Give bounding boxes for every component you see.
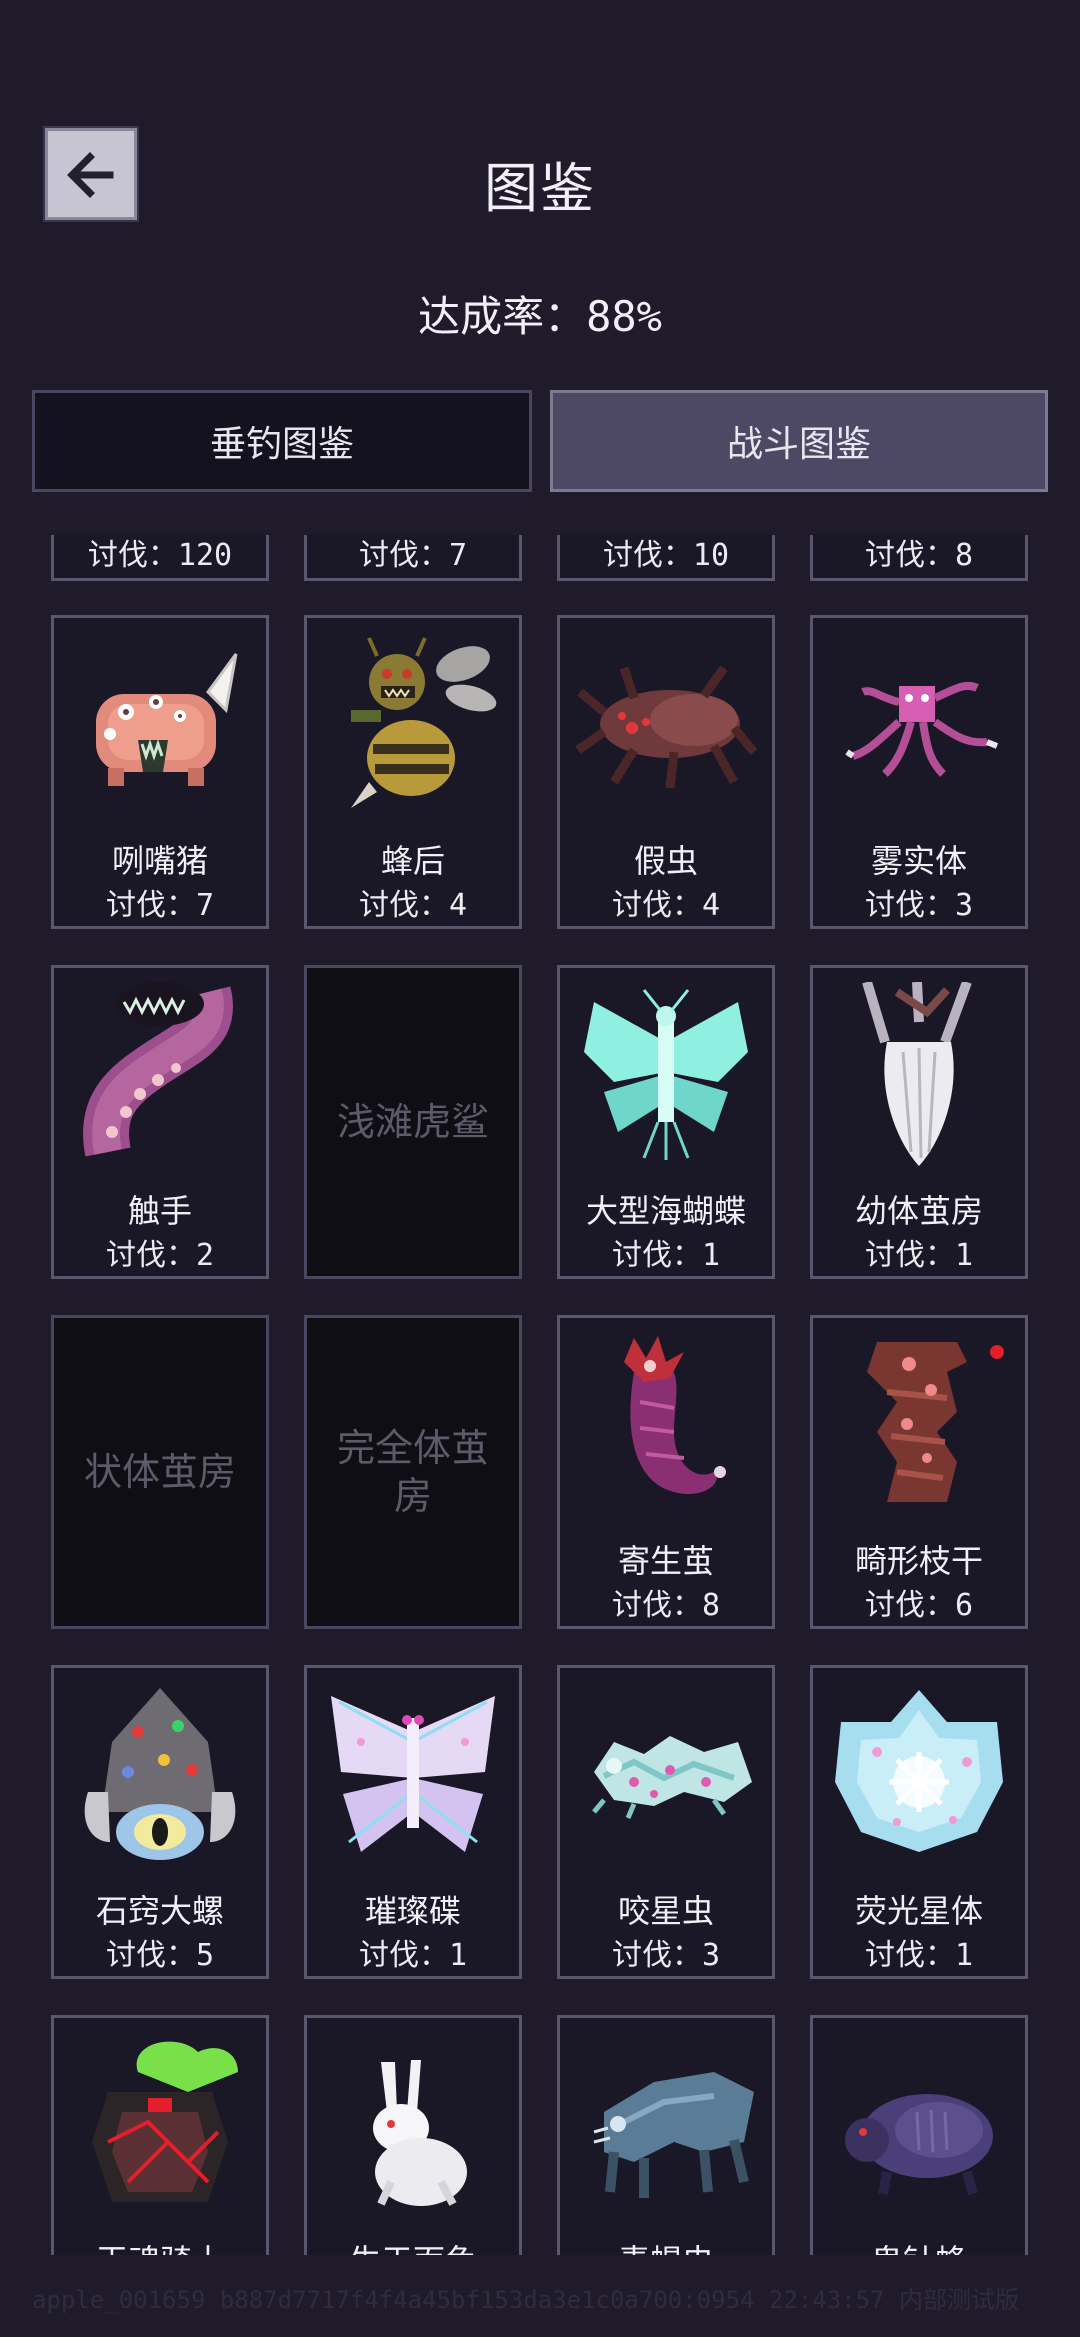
monster-name: 寄生茧 [617,1542,714,1580]
monster-name: 毒蝎虫 [560,2236,772,2255]
list-item[interactable]: 讨伐：120 [51,535,269,581]
tab-battle[interactable]: 战斗图鉴 [550,390,1048,492]
monster-card[interactable]: 鬼针蜂 [810,2015,1028,2255]
kill-count: 讨伐：4 [358,888,468,923]
monster-name: 璀璨碟 [364,1892,461,1930]
monster-card[interactable]: 毒蝎虫 [557,2015,775,2255]
watermark: apple_001659 b887d7717f4f4a45bf153da3e1c… [32,2286,1019,2314]
locked-monster-name: 浅滩虎鲨 [336,1100,489,1144]
monster-name: 雾实体 [870,842,967,880]
purple-boar-icon [845,2094,993,2196]
kill-count: 讨伐：1 [864,1938,974,1973]
kill-count: 讨伐：1 [611,1238,721,1273]
kill-count: 讨伐：8 [864,538,974,573]
kill-count: 讨伐：7 [105,888,215,923]
kill-count: 讨伐：4 [611,888,721,923]
kill-count: 讨伐：2 [105,1238,215,1273]
list-item[interactable]: 讨伐：10 [557,535,775,581]
blue-beast-icon [593,2072,754,2198]
monster-card-locked[interactable]: 浅滩虎鲨 [304,965,522,1279]
monster-card[interactable]: 璀璨碟 讨伐：1 [304,1665,522,1979]
deformed-branch-icon [867,1342,1004,1502]
monster-name: 假虫 [633,842,698,880]
kill-count: 讨伐：3 [864,888,974,923]
monster-name: 咧嘴猪 [111,842,208,880]
bestiary-grid[interactable]: 讨伐：120 讨伐：7 讨伐：10 讨伐：8 咧嘴猪 讨伐：7 蜂后 讨伐：4 … [0,535,1080,2255]
tab-battle-label: 战斗图鉴 [726,424,871,465]
monster-card-locked[interactable]: 状体茧房 [51,1315,269,1629]
locked-monster-name: 状体茧房 [83,1450,236,1494]
monster-card[interactable]: 生于面兔 [304,2015,522,2255]
glow-star-icon [835,1690,1003,1852]
tab-fishing-label: 垂钓图鉴 [209,424,354,465]
monster-name: 幼体茧房 [854,1192,983,1230]
monster-card[interactable]: 大型海蝴蝶 讨伐：1 [557,965,775,1279]
kill-count: 讨伐：3 [611,1938,721,1973]
monster-card[interactable]: 咧嘴猪 讨伐：7 [51,615,269,929]
sea-butterfly-icon [584,989,748,1160]
monster-name: 鬼针蜂 [813,2236,1025,2255]
parasite-cocoon-icon [624,1336,726,1494]
monster-card[interactable]: 幼体茧房 讨伐：1 [810,965,1028,1279]
monster-card[interactable]: 触手 讨伐：2 [51,965,269,1279]
monster-card[interactable]: 咬星虫 讨伐：3 [557,1665,775,1979]
list-item[interactable]: 讨伐：7 [304,535,522,581]
monster-name: 王魂骑士 [54,2236,266,2255]
kill-count: 讨伐：120 [87,538,233,573]
monster-name: 蜂后 [380,842,445,880]
locked-monster-name: 完全体茧房 [336,1426,489,1518]
kill-count: 讨伐：8 [611,1588,721,1623]
monster-name: 畸形枝干 [854,1542,983,1580]
kill-count: 讨伐：1 [358,1938,468,1973]
completion-rate: 达成率：88% [0,283,1080,344]
monster-card[interactable]: 畸形枝干 讨伐：6 [810,1315,1028,1629]
brilliant-moth-icon [331,1696,495,1852]
monster-card[interactable]: 石窍大螺 讨伐：5 [51,1665,269,1979]
list-item[interactable]: 讨伐：8 [810,535,1028,581]
larva-cocoon-icon [862,982,972,1166]
monster-name: 荧光星体 [854,1892,983,1930]
monster-card[interactable]: 寄生茧 讨伐：8 [557,1315,775,1629]
monster-name: 大型海蝴蝶 [585,1192,746,1230]
completion-value: 88% [586,292,662,341]
monster-card[interactable]: 假虫 讨伐：4 [557,615,775,929]
monster-name: 生于面兔 [307,2236,519,2255]
kill-count: 讨伐：1 [864,1238,974,1273]
partial-row: 讨伐：120 讨伐：7 讨伐：10 讨伐：8 [0,535,1080,583]
tentacle-icon [83,982,233,1157]
queen-bee-icon [351,637,497,808]
monster-card[interactable]: 荧光星体 讨伐：1 [810,1665,1028,1979]
monster-name: 触手 [127,1192,192,1230]
grin-pig-icon [96,653,238,786]
mist-entity-icon [845,681,999,777]
kill-count: 讨伐：5 [105,1938,215,1973]
kill-count: 讨伐：6 [864,1588,974,1623]
monster-name: 石窍大螺 [95,1892,224,1930]
fake-bug-icon [575,665,758,789]
monster-card[interactable]: 蜂后 讨伐：4 [304,615,522,929]
monster-card-locked[interactable]: 完全体茧房 [304,1315,522,1629]
kill-count: 讨伐：10 [602,538,730,573]
stone-snail-icon [84,1688,236,1860]
kill-count: 讨伐：7 [358,538,468,573]
white-rabbit-icon [373,2060,467,2206]
monster-card[interactable]: 雾实体 讨伐：3 [810,615,1028,929]
star-biter-icon [592,1736,752,1819]
monster-name: 咬星虫 [617,1892,714,1930]
monster-card[interactable]: 王魂骑士 [51,2015,269,2255]
completion-label: 达成率： [418,292,587,341]
page-title: 图鉴 [484,157,596,220]
tab-fishing[interactable]: 垂钓图鉴 [32,390,532,492]
soul-knight-icon [92,2041,238,2202]
